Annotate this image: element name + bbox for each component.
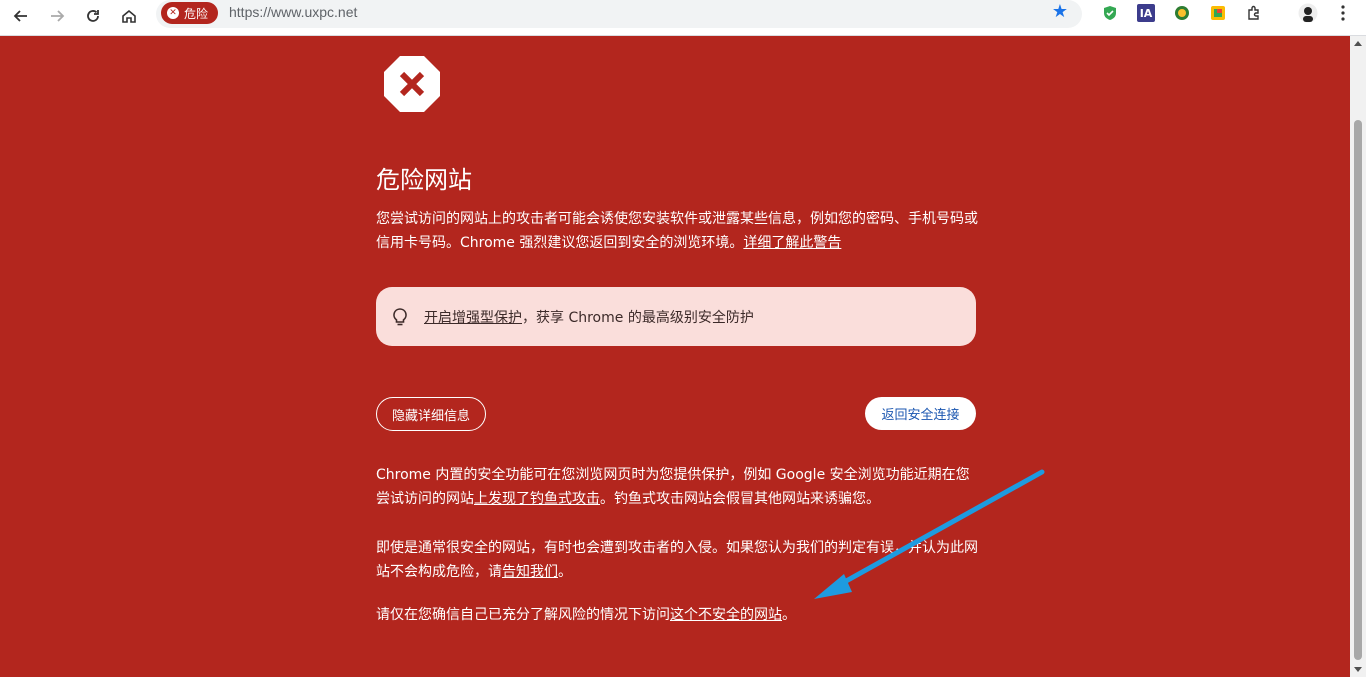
- details-p3-text: 请仅在您确信自己已充分了解风险的情况下访问: [376, 607, 670, 623]
- phishing-report-link[interactable]: 上发现了钓鱼式攻击: [474, 491, 600, 507]
- details-p2-tail: 。: [558, 564, 572, 580]
- arrow-left-icon: [13, 10, 27, 22]
- scroll-thumb[interactable]: [1354, 120, 1362, 660]
- extensions-puzzle-icon[interactable]: [1245, 4, 1263, 22]
- danger-chip-label: 危险: [184, 6, 209, 21]
- tell-us-link[interactable]: 告知我们: [502, 564, 558, 580]
- ia-extension-icon[interactable]: IA: [1137, 4, 1155, 22]
- intro-text: 您尝试访问的网站上的攻击者可能会诱使您安装软件或泄露某些信息，例如您的密码、手机…: [376, 211, 978, 251]
- danger-octagon-icon: [384, 56, 440, 112]
- home-icon: [122, 9, 136, 23]
- globe-extension-icon[interactable]: [1173, 4, 1191, 22]
- details-p3-tail: 。: [782, 607, 796, 623]
- colorful-extension-icon[interactable]: [1209, 4, 1227, 22]
- hide-details-button[interactable]: 隐藏详细信息: [376, 397, 486, 431]
- reload-icon: [87, 10, 99, 22]
- menu-kebab-icon[interactable]: [1334, 4, 1352, 22]
- unsafe-site-link[interactable]: 这个不安全的网站: [670, 607, 782, 623]
- learn-more-link[interactable]: 详细了解此警告: [743, 235, 841, 251]
- forward-button[interactable]: [42, 2, 72, 30]
- browser-toolbar: ✕ 危险 https://www.uxpc.net ★ IA: [0, 0, 1366, 36]
- profile-avatar[interactable]: [1298, 3, 1318, 23]
- intro-paragraph: 您尝试访问的网站上的攻击者可能会诱使您安装软件或泄露某些信息，例如您的密码、手机…: [376, 207, 980, 255]
- shield-extension-icon[interactable]: [1101, 4, 1119, 22]
- annotation-arrow: [814, 469, 1045, 599]
- home-button[interactable]: [114, 2, 144, 30]
- arrow-right-icon: [51, 10, 65, 22]
- lightbulb-icon: [393, 307, 407, 325]
- address-bar[interactable]: ✕ 危险 https://www.uxpc.net ★: [156, 0, 1082, 28]
- page-title: 危险网站: [376, 166, 472, 194]
- url-text[interactable]: https://www.uxpc.net: [229, 4, 357, 20]
- vertical-scrollbar[interactable]: [1350, 36, 1366, 677]
- scroll-up-arrow[interactable]: [1354, 41, 1362, 46]
- scroll-down-arrow[interactable]: [1354, 667, 1362, 672]
- details-paragraph-3: 请仅在您确信自己已充分了解风险的情况下访问这个不安全的网站。: [376, 603, 980, 627]
- danger-x-icon: ✕: [167, 7, 179, 19]
- enhanced-protection-text: ，获享 Chrome 的最高级别安全防护: [522, 309, 754, 326]
- site-danger-chip[interactable]: ✕ 危险: [161, 2, 219, 24]
- enhanced-protection-banner: 开启增强型保护，获享 Chrome 的最高级别安全防护: [376, 287, 976, 346]
- reload-button[interactable]: [78, 2, 108, 30]
- bookmark-star-icon[interactable]: ★: [1052, 3, 1068, 21]
- back-button[interactable]: [6, 2, 36, 30]
- enhanced-protection-link[interactable]: 开启增强型保护: [424, 310, 522, 326]
- danger-interstitial-page: 危险网站 您尝试访问的网站上的攻击者可能会诱使您安装软件或泄露某些信息，例如您的…: [0, 36, 1350, 677]
- back-to-safety-button[interactable]: 返回安全连接: [865, 397, 976, 430]
